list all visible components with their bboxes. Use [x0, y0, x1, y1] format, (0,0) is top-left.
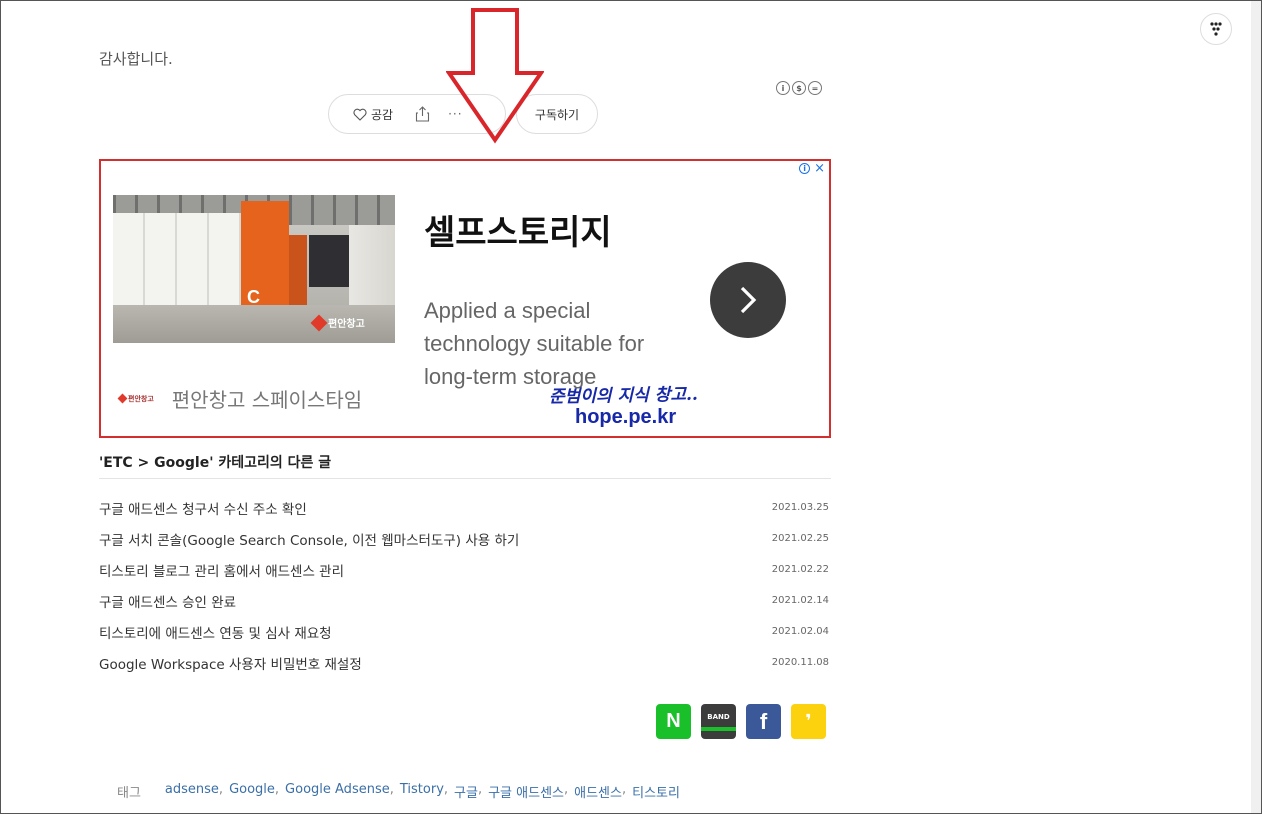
- related-post-item[interactable]: 티스토리에 애드센스 연동 및 심사 재요청 2021.02.04: [99, 616, 829, 647]
- ad-description[interactable]: Applied a special technology suitable fo…: [424, 294, 694, 393]
- heart-icon: [353, 108, 367, 121]
- tag-section: 태그 adsense, Google, Google Adsense, Tist…: [117, 782, 680, 801]
- related-posts-list: 구글 애드센스 청구서 수신 주소 확인 2021.03.25 구글 서치 콘솔…: [99, 492, 829, 678]
- ad-headline[interactable]: 셀프스토리지: [424, 205, 612, 254]
- more-menu-button[interactable]: [1200, 13, 1232, 45]
- band-share-icon[interactable]: BAND: [701, 704, 736, 739]
- tag-list: adsense, Google, Google Adsense, Tistory…: [164, 782, 680, 801]
- ad-next-button[interactable]: [710, 262, 786, 338]
- related-post-title[interactable]: 구글 애드센스 청구서 수신 주소 확인: [99, 498, 307, 518]
- ad-image-watermark: 편안창고: [310, 314, 365, 331]
- tag-link[interactable]: 티스토리: [632, 782, 680, 801]
- related-post-item[interactable]: Google Workspace 사용자 비밀번호 재설정 2020.11.08: [99, 647, 829, 678]
- related-post-date: 2021.02.25: [771, 533, 829, 544]
- like-label: 공감: [371, 107, 394, 122]
- tag-link[interactable]: adsense: [165, 782, 219, 801]
- related-post-date: 2020.11.08: [771, 657, 829, 668]
- tag-link[interactable]: Tistory: [400, 782, 444, 801]
- chevron-right-icon: [740, 286, 757, 314]
- related-post-date: 2021.02.22: [771, 564, 829, 575]
- tag-link[interactable]: Google Adsense: [285, 782, 390, 801]
- related-post-title[interactable]: 티스토리에 애드센스 연동 및 심사 재요청: [99, 622, 332, 642]
- license-icons: i $ =: [776, 81, 822, 95]
- advertiser-logo: 편안창고: [117, 393, 154, 404]
- tag-link[interactable]: 구글: [454, 782, 478, 801]
- post-closing-text: 감사합니다.: [99, 50, 173, 68]
- related-post-date: 2021.02.14: [771, 595, 829, 606]
- related-post-title[interactable]: 구글 애드센스 승인 완료: [99, 591, 236, 611]
- tag-link[interactable]: 구글 애드센스: [488, 782, 564, 801]
- down-arrow-annotation: [446, 8, 544, 144]
- advertisement[interactable]: i × C 편안창고 셀프스토리지 Applied a special tech…: [99, 159, 831, 438]
- advertiser-name: 편안창고 스페이스타임: [171, 388, 363, 412]
- related-post-item[interactable]: 구글 서치 콘솔(Google Search Console, 이전 웹마스터도…: [99, 523, 829, 554]
- like-button[interactable]: 공감: [353, 106, 393, 123]
- share-button[interactable]: [415, 106, 430, 122]
- ad-close-icon[interactable]: ×: [814, 162, 825, 175]
- share-icon: [416, 106, 430, 122]
- ad-advertiser[interactable]: 편안창고 편안창고 스페이스타임: [117, 384, 363, 413]
- handwritten-watermark: 준범이의 지식 창고..: [548, 384, 699, 408]
- related-post-title[interactable]: 구글 서치 콘솔(Google Search Console, 이전 웹마스터도…: [99, 529, 519, 549]
- ad-info-icon[interactable]: i: [799, 163, 811, 174]
- divider: [99, 478, 831, 479]
- ad-choices[interactable]: i ×: [799, 162, 825, 175]
- related-post-item[interactable]: 구글 애드센스 승인 완료 2021.02.14: [99, 585, 829, 616]
- related-posts-title: 'ETC > Google' 카테고리의 다른 글: [99, 455, 332, 471]
- share-icons: N BAND f ❜: [656, 704, 826, 739]
- related-post-item[interactable]: 구글 애드센스 청구서 수신 주소 확인 2021.03.25: [99, 492, 829, 523]
- scrollbar[interactable]: [1251, 1, 1261, 813]
- related-post-date: 2021.02.04: [771, 626, 829, 637]
- cc-nc-icon: $: [792, 81, 806, 95]
- dots-menu-icon: [1210, 22, 1222, 36]
- kakao-share-icon[interactable]: ❜: [791, 704, 826, 739]
- cc-by-icon: i: [776, 81, 790, 95]
- naver-share-icon[interactable]: N: [656, 704, 691, 739]
- ad-image-letter: C: [247, 287, 260, 307]
- tag-label: 태그: [117, 786, 141, 801]
- band-label: BAND: [707, 712, 730, 721]
- related-post-date: 2021.03.25: [771, 502, 829, 513]
- cc-nd-icon: =: [808, 81, 822, 95]
- tag-link[interactable]: 애드센스: [574, 782, 622, 801]
- tag-link[interactable]: Google: [229, 782, 275, 801]
- related-post-title[interactable]: Google Workspace 사용자 비밀번호 재설정: [99, 653, 362, 673]
- facebook-share-icon[interactable]: f: [746, 704, 781, 739]
- ad-image[interactable]: C 편안창고: [113, 195, 395, 343]
- related-post-title[interactable]: 티스토리 블로그 관리 홈에서 애드센스 관리: [99, 560, 344, 580]
- related-post-item[interactable]: 티스토리 블로그 관리 홈에서 애드센스 관리 2021.02.22: [99, 554, 829, 585]
- site-watermark: hope.pe.kr: [575, 406, 677, 428]
